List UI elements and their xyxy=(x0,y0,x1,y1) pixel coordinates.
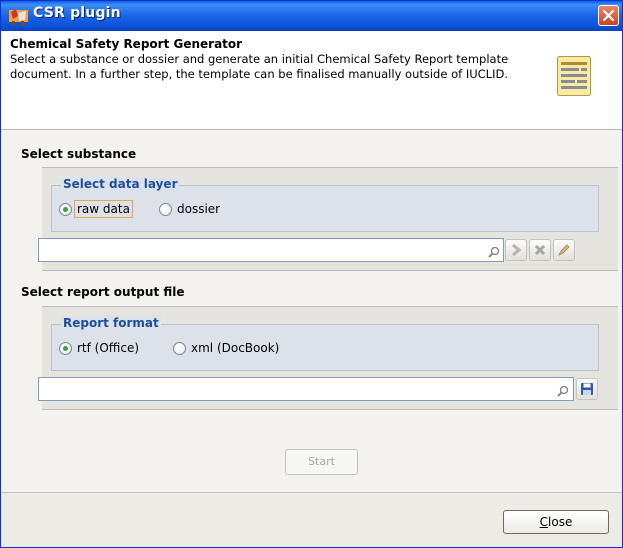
raw-data-radio[interactable]: raw data xyxy=(59,200,149,218)
output-file-field[interactable] xyxy=(38,377,574,401)
data-layer-legend: Select data layer xyxy=(61,177,180,191)
dialog-body: Select substance Select data layer raw d… xyxy=(1,130,622,493)
raw-data-label: raw data xyxy=(74,200,133,218)
go-button[interactable] xyxy=(505,239,527,261)
clear-icon xyxy=(534,244,546,256)
report-output-section: Report format rtf (Office) xml (DocBook) xyxy=(38,306,618,410)
dossier-radio[interactable]: dossier xyxy=(159,202,249,218)
footer-panel: Close xyxy=(1,493,622,547)
csr-plugin-window: CSR plugin Chemical Safety Report Genera… xyxy=(0,0,623,548)
select-substance-section: Select data layer raw data dossier xyxy=(38,167,618,271)
rtf-radio[interactable]: rtf (Office) xyxy=(59,341,159,357)
report-output-title: Select report output file xyxy=(21,285,185,299)
edit-icon xyxy=(557,244,570,257)
xml-radio[interactable]: xml (DocBook) xyxy=(173,341,303,357)
output-file-input[interactable] xyxy=(39,378,573,400)
start-button[interactable]: Start xyxy=(285,449,358,475)
substance-input[interactable] xyxy=(39,239,503,261)
clear-button[interactable] xyxy=(529,239,551,261)
app-icon xyxy=(9,9,28,26)
save-icon xyxy=(581,383,593,395)
radio-unselected-icon xyxy=(173,342,186,355)
search-icon[interactable] xyxy=(488,246,500,258)
substance-field[interactable] xyxy=(38,238,504,262)
go-icon xyxy=(512,243,522,257)
header-description: Select a substance or dossier and genera… xyxy=(10,52,509,81)
close-button[interactable]: Close xyxy=(503,510,609,534)
header-panel: Chemical Safety Report Generator Select … xyxy=(1,31,622,129)
edit-button[interactable] xyxy=(553,239,575,261)
close-label-rest: lose xyxy=(548,515,573,529)
radio-selected-icon xyxy=(59,342,72,355)
header-title: Chemical Safety Report Generator xyxy=(10,37,243,51)
document-icon xyxy=(557,56,591,96)
window-title: CSR plugin xyxy=(33,5,121,21)
select-substance-title: Select substance xyxy=(21,147,137,161)
dossier-label: dossier xyxy=(177,202,221,216)
xml-label: xml (DocBook) xyxy=(191,341,280,355)
report-format-group: Report format rtf (Office) xml (DocBook) xyxy=(51,316,599,371)
rtf-label: rtf (Office) xyxy=(77,341,140,355)
title-bar[interactable]: CSR plugin xyxy=(1,1,622,31)
report-format-legend: Report format xyxy=(61,316,161,330)
close-mnemonic: C xyxy=(539,515,549,529)
radio-unselected-icon xyxy=(159,203,172,216)
close-icon xyxy=(602,9,615,22)
save-button[interactable] xyxy=(576,378,598,400)
radio-selected-icon xyxy=(59,203,72,216)
search-icon[interactable] xyxy=(557,385,569,397)
data-layer-group: Select data layer raw data dossier xyxy=(51,177,599,232)
window-close-button[interactable] xyxy=(598,5,619,26)
